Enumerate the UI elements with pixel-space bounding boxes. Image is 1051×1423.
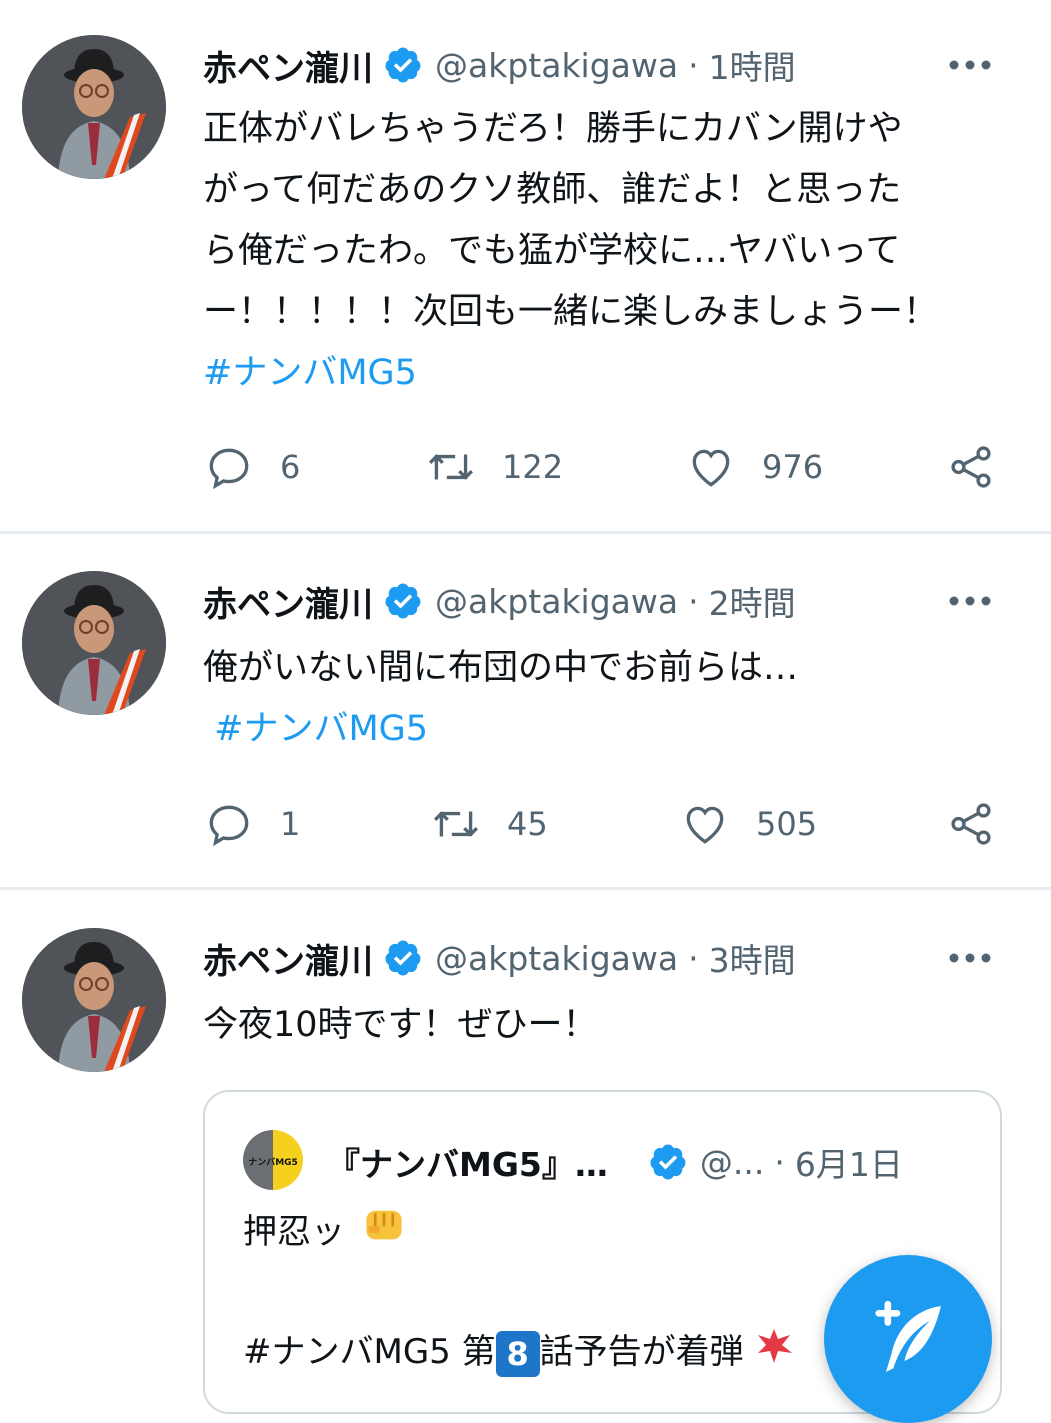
author-handle[interactable]: @akptakigawa [435,46,678,85]
share-icon [951,803,991,845]
tweet-text-line: 正体がバレちゃうだろ！勝手にカバン開けや [203,109,903,149]
quoted-tweet-line-2: #ナンバMG5 第 8 話予告が着弾 [243,1322,794,1384]
like-count: 505 [756,805,818,843]
verified-badge-icon [648,1142,688,1182]
tweet-divider [0,531,1051,534]
quoted-author-name[interactable]: 『ナンバMG5』… [327,1138,608,1186]
collision-emoji-icon [754,1324,794,1384]
heart-icon [686,806,724,844]
tweet-header: 赤ペン瀧川 @akptakigawa · 2時間 [203,571,796,631]
like-count: 976 [762,448,824,486]
author-handle[interactable]: @akptakigawa [435,939,678,978]
retweet-count: 122 [502,448,564,486]
reply-button[interactable]: 6 [204,437,300,497]
tweet-text: 今夜10時です！ぜひー！ [203,995,1003,1056]
tweet-text: 正体がバレちゃうだろ！勝手にカバン開けや がって何だあのクソ教師、誰だよ！と思っ… [203,99,1003,404]
reply-bubble-icon [209,805,249,847]
retweet-count: 45 [507,805,548,843]
tweet-text-line: 今夜10時です！ぜひー！ [203,1005,598,1045]
quoted-tweet-line-1: 押忍ッ [243,1202,406,1265]
share-icon [951,446,991,488]
author-name[interactable]: 赤ペン瀧川 [203,41,373,90]
tweet-text: 俺がいない間に布団の中でお前らは… #ナンバMG5 [203,638,1003,760]
tweet-timestamp[interactable]: 3時間 [709,934,796,982]
more-horizontal-icon[interactable] [945,943,995,973]
more-horizontal-icon[interactable] [945,586,995,616]
author-name[interactable]: 赤ペン瀧川 [203,577,373,626]
separator-dot: · [688,45,699,85]
quoted-author-avatar[interactable]: ナンバMG5 [243,1130,303,1190]
tweet-text-line: ー！！！！！次回も一緒に楽しみましょうー！ [203,292,939,332]
retweet-icon [428,454,474,480]
tweet-text-line: ら俺だったわ。でも猛が学校に…ヤバいって [203,231,901,271]
verified-badge-icon [383,581,423,621]
tweet-timestamp[interactable]: 2時間 [709,577,796,625]
author-handle[interactable]: @akptakigawa [435,582,678,621]
like-button[interactable]: 976 [686,437,823,497]
separator-dot: · [774,1142,785,1182]
fist-emoji-icon [362,1202,406,1265]
share-button[interactable] [946,437,996,497]
author-avatar[interactable] [22,35,166,179]
retweet-button[interactable]: 122 [426,437,563,497]
keycap-8-emoji: 8 [495,1330,540,1377]
verified-badge-icon [383,45,423,85]
reply-bubble-icon [209,448,249,490]
verified-badge-icon [383,938,423,978]
hashtag-link[interactable]: #ナンバMG5 [203,699,1003,760]
quoted-tweet-text: 話予告が着弾 [539,1332,744,1372]
separator-dot: · [688,581,699,621]
tweet-actions: 6 122 976 [0,437,1051,497]
reply-count: 6 [280,448,301,486]
author-name[interactable]: 赤ペン瀧川 [203,934,373,983]
quoted-tweet-timestamp[interactable]: 6月1日 [795,1138,903,1186]
tweet-timestamp[interactable]: 1時間 [709,41,796,89]
quoted-tweet-text: 押忍ッ [243,1212,345,1252]
quoted-avatar-logo-text: ナンバMG5 [248,1157,298,1168]
tweet-text-line: がって何だあのクソ教師、誰だよ！と思った [203,170,902,210]
retweet-button[interactable]: 45 [431,794,548,854]
quoted-tweet-hashtag-text: #ナンバMG5 第 [243,1332,496,1372]
author-avatar[interactable] [22,571,166,715]
tweet-actions: 1 45 505 [0,794,1051,854]
reply-count: 1 [280,805,301,843]
more-horizontal-icon[interactable] [945,50,995,80]
share-button[interactable] [946,794,996,854]
tweet-text-line: 俺がいない間に布団の中でお前らは… [203,648,799,688]
author-avatar[interactable] [22,928,166,1072]
tweet-header: 赤ペン瀧川 @akptakigawa · 3時間 [203,928,796,988]
like-button[interactable]: 505 [680,794,817,854]
compose-tweet-button[interactable] [824,1255,992,1423]
tweet-header: 赤ペン瀧川 @akptakigawa · 1時間 [203,35,796,95]
reply-button[interactable]: 1 [204,794,300,854]
heart-icon [692,449,730,487]
hashtag-link[interactable]: #ナンバMG5 [203,343,1003,404]
separator-dot: · [688,938,699,978]
retweet-icon [433,811,479,837]
quoted-author-handle[interactable]: @... [700,1143,764,1182]
compose-tweet-icon [875,1300,941,1372]
quoted-tweet-header: 『ナンバMG5』… @... · 6月1日 [327,1132,903,1192]
tweet-divider [0,887,1051,890]
